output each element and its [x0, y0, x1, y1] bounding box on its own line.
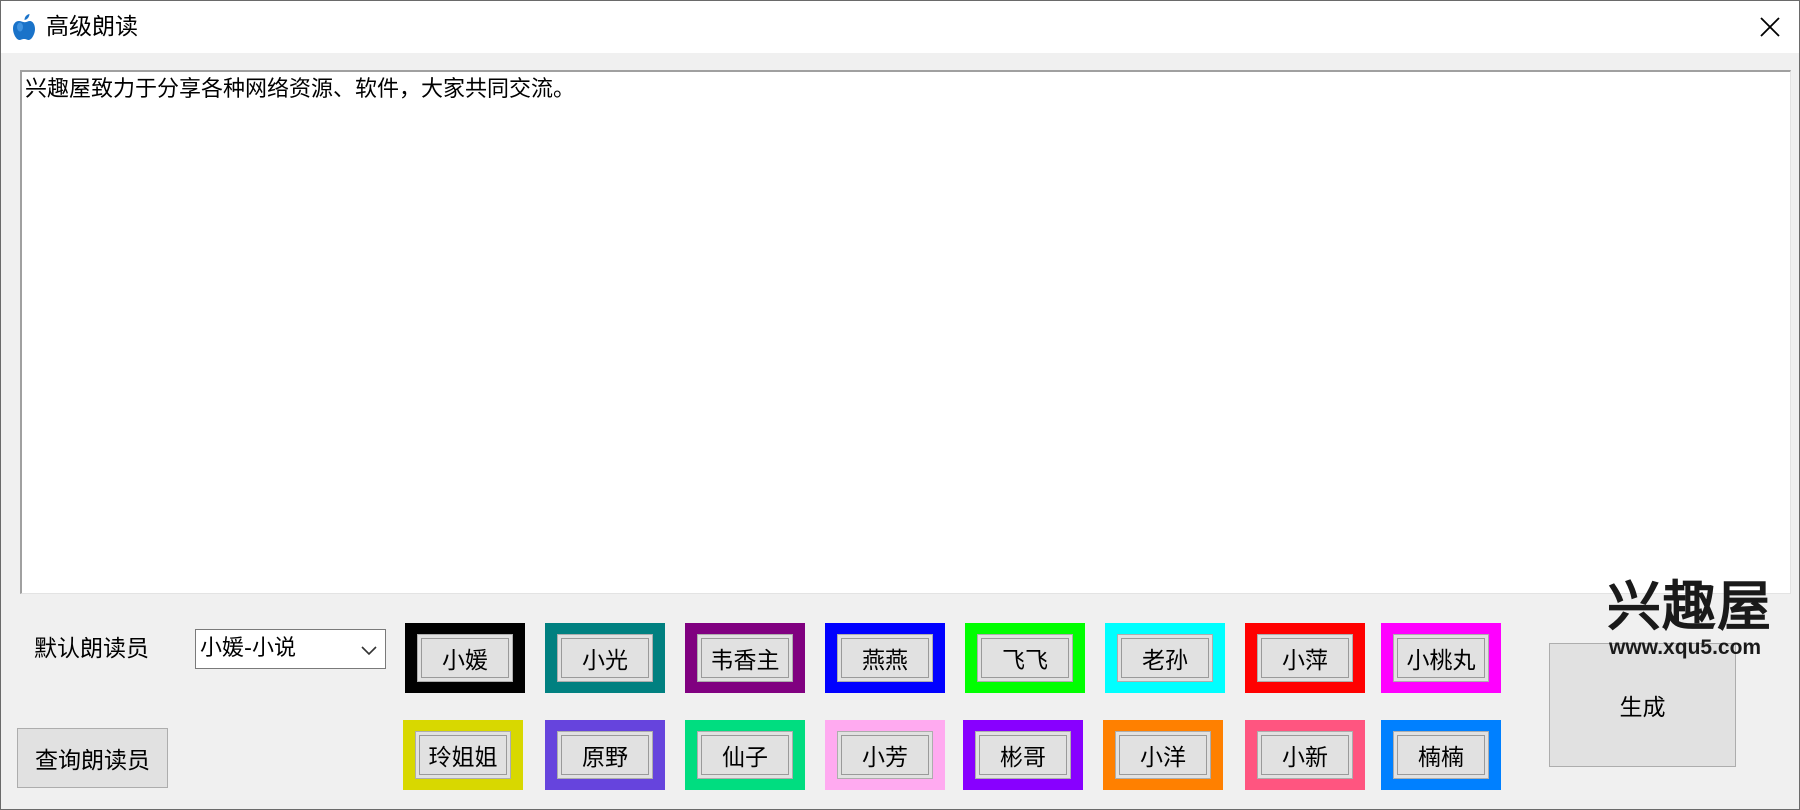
default-reader-label: 默认朗读员 — [34, 636, 149, 662]
voice-button[interactable]: 小芳 — [837, 731, 933, 779]
voice-xiaoping: 小萍 — [1245, 623, 1365, 693]
generate-button[interactable]: 生成 — [1549, 643, 1736, 767]
voice-laosun: 老孙 — [1105, 623, 1225, 693]
editor-text: 兴趣屋致力于分享各种网络资源、软件，大家共同交流。 — [25, 77, 576, 102]
voice-button[interactable]: 小桃丸 — [1393, 634, 1489, 682]
voice-nannan: 楠楠 — [1381, 720, 1501, 790]
voice-button[interactable]: 原野 — [557, 731, 653, 779]
watermark-title: 兴趣屋 — [1607, 575, 1772, 638]
voice-xiaoguang: 小光 — [545, 623, 665, 693]
chevron-down-icon — [361, 646, 377, 656]
apple-icon — [13, 14, 35, 40]
voice-button[interactable]: 燕燕 — [837, 634, 933, 682]
voice-xiaofang: 小芳 — [825, 720, 945, 790]
voice-button[interactable]: 小媛 — [417, 634, 513, 682]
voice-xianzi: 仙子 — [685, 720, 805, 790]
voice-button[interactable]: 老孙 — [1117, 634, 1213, 682]
voice-button[interactable]: 韦香主 — [697, 634, 793, 682]
voice-xiaoyang: 小洋 — [1103, 720, 1223, 790]
close-button[interactable] — [1741, 1, 1799, 53]
voice-button[interactable]: 彬哥 — [975, 731, 1071, 779]
voice-button[interactable]: 仙子 — [697, 731, 793, 779]
query-readers-button[interactable]: 查询朗读员 — [17, 728, 168, 788]
advanced-reading-window: 高级朗读 兴趣屋致力于分享各种网络资源、软件，大家共同交流。 默认朗读员 小媛-… — [0, 0, 1800, 810]
watermark-url: www.xqu5.com — [1609, 636, 1762, 659]
default-reader-select[interactable]: 小媛-小说 — [195, 629, 386, 669]
voice-xiaoxin: 小新 — [1245, 720, 1365, 790]
voice-button[interactable]: 飞飞 — [977, 634, 1073, 682]
voice-button[interactable]: 楠楠 — [1393, 731, 1489, 779]
voice-yanyan: 燕燕 — [825, 623, 945, 693]
voice-button[interactable]: 小萍 — [1257, 634, 1353, 682]
window-title: 高级朗读 — [46, 14, 138, 40]
voice-feifei: 飞飞 — [965, 623, 1085, 693]
watermark-logo: 兴趣屋 www.xqu5.com — [1607, 579, 1787, 661]
voice-xiaotaowan: 小桃丸 — [1381, 623, 1501, 693]
title-bar[interactable]: 高级朗读 — [1, 1, 1799, 53]
voice-button[interactable]: 小新 — [1257, 731, 1353, 779]
voice-button[interactable]: 玲姐姐 — [415, 731, 511, 779]
close-icon — [1760, 17, 1780, 37]
default-reader-value: 小媛-小说 — [200, 636, 296, 661]
voice-yuanye: 原野 — [545, 720, 665, 790]
voice-binge: 彬哥 — [963, 720, 1083, 790]
voice-lingjiejie: 玲姐姐 — [403, 720, 523, 790]
text-editor[interactable]: 兴趣屋致力于分享各种网络资源、软件，大家共同交流。 — [20, 70, 1791, 594]
voice-weixiangzhu: 韦香主 — [685, 623, 805, 693]
voice-xiaoyuan: 小媛 — [405, 623, 525, 693]
voice-button[interactable]: 小光 — [557, 634, 653, 682]
voice-button[interactable]: 小洋 — [1115, 731, 1211, 779]
